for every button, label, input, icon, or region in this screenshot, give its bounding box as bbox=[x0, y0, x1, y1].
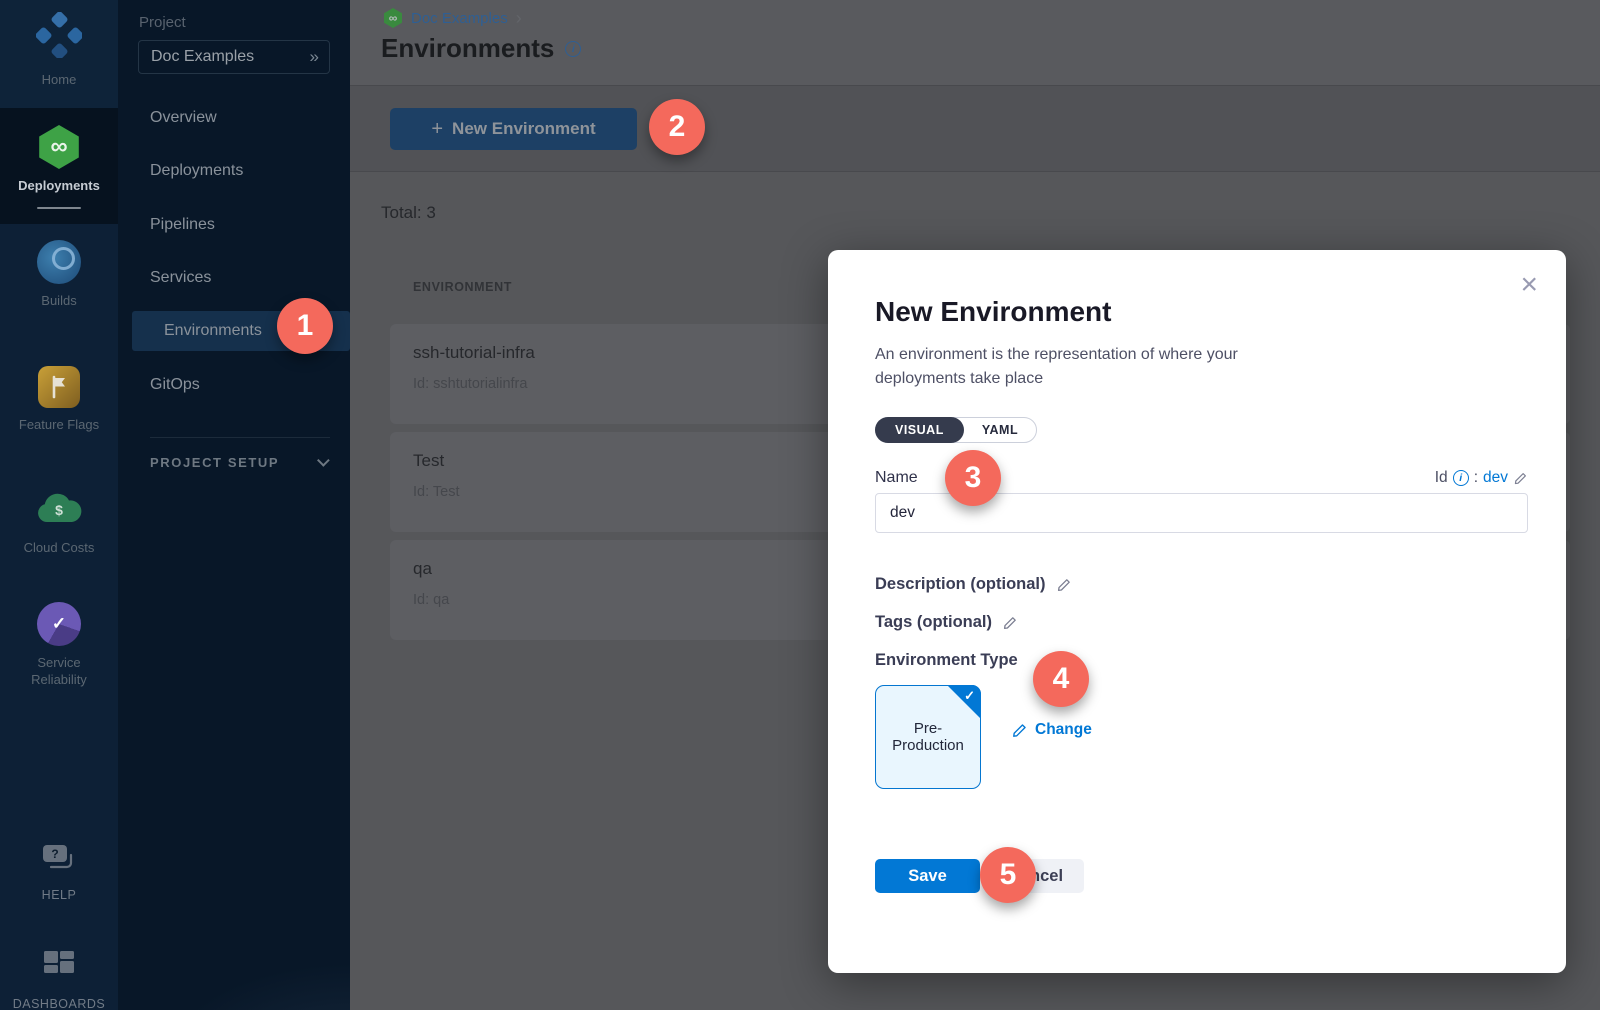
total-count: Total: 3 bbox=[381, 203, 436, 223]
annotation-step-1: 1 bbox=[277, 298, 333, 354]
change-environment-type-link[interactable]: Change bbox=[1011, 721, 1092, 739]
breadcrumb-project-link[interactable]: Doc Examples bbox=[411, 10, 508, 27]
new-environment-button-label: New Environment bbox=[452, 119, 596, 139]
project-label: Project bbox=[139, 14, 186, 31]
environment-name: Test bbox=[413, 451, 444, 471]
save-button[interactable]: Save bbox=[875, 859, 980, 893]
check-icon: ✓ bbox=[964, 688, 975, 704]
environment-type-label: Environment Type bbox=[875, 651, 1018, 670]
tags-label: Tags (optional) bbox=[875, 613, 992, 632]
sidebar-label-deployments: Deployments bbox=[18, 178, 100, 195]
module-nav: Home ∞ Deployments Builds Feature Flags bbox=[0, 0, 118, 1010]
breadcrumb: ∞ Doc Examples › bbox=[383, 8, 522, 28]
id-label: Id bbox=[1435, 469, 1448, 487]
selected-module-underline bbox=[37, 207, 81, 209]
environment-id: Id: qa bbox=[413, 592, 449, 608]
deployments-module-icon: ∞ bbox=[383, 8, 403, 28]
sidebar-label-service-reliability: Service Reliability bbox=[17, 655, 101, 689]
edit-pencil-icon bbox=[1011, 722, 1028, 739]
sidebar-item-gitops[interactable]: GitOps bbox=[118, 365, 350, 405]
sidebar-item-dashboards[interactable]: DASHBOARDS bbox=[0, 948, 118, 1010]
toolbar: + New Environment bbox=[350, 85, 1600, 172]
edit-id-pencil-icon[interactable] bbox=[1513, 471, 1528, 486]
dashboards-icon bbox=[41, 948, 77, 987]
sidebar-item-help[interactable]: ? HELP bbox=[0, 843, 118, 903]
sidebar-item-service-reliability[interactable]: ✓ Service Reliability bbox=[0, 602, 118, 689]
project-setup-label: PROJECT SETUP bbox=[150, 455, 279, 470]
edit-description-pencil-icon[interactable] bbox=[1056, 577, 1072, 593]
page-title: Environments bbox=[381, 33, 554, 64]
sidebar-label-cloud-costs: Cloud Costs bbox=[24, 540, 95, 557]
new-environment-button[interactable]: + New Environment bbox=[390, 108, 637, 150]
id-value: dev bbox=[1483, 469, 1508, 487]
cloud-costs-icon: $ bbox=[35, 492, 83, 531]
project-selector[interactable]: Doc Examples » bbox=[138, 40, 330, 74]
environment-type-card-pre-production[interactable]: Pre-Production ✓ bbox=[875, 685, 981, 789]
id-info-icon[interactable]: i bbox=[1453, 470, 1469, 486]
project-selector-value: Doc Examples bbox=[151, 48, 310, 66]
sidebar-item-services[interactable]: Services bbox=[118, 258, 350, 298]
environment-id: Id: Test bbox=[413, 484, 459, 500]
sidebar-item-feature-flags[interactable]: Feature Flags bbox=[0, 366, 118, 434]
sidebar-item-home[interactable]: Home bbox=[0, 0, 118, 108]
feature-flags-icon bbox=[38, 366, 80, 408]
info-icon[interactable]: i bbox=[565, 41, 581, 57]
sidebar-item-deployments[interactable]: ∞ Deployments bbox=[0, 108, 118, 224]
description-label: Description (optional) bbox=[875, 575, 1046, 594]
modal-subtitle: An environment is the representation of … bbox=[875, 343, 1295, 391]
sidebar-label-home: Home bbox=[42, 72, 77, 89]
visual-yaml-toggle: VISUAL YAML bbox=[875, 417, 1037, 443]
sidebar-item-cloud-costs[interactable]: $ Cloud Costs bbox=[0, 492, 118, 557]
annotation-step-4: 4 bbox=[1033, 651, 1089, 707]
id-chip: Id i : dev bbox=[1435, 469, 1528, 487]
plus-icon: + bbox=[431, 118, 443, 141]
breadcrumb-separator: › bbox=[516, 9, 522, 27]
new-environment-modal: × New Environment An environment is the … bbox=[828, 250, 1566, 973]
edit-tags-pencil-icon[interactable] bbox=[1002, 615, 1018, 631]
annotation-step-5: 5 bbox=[980, 847, 1036, 903]
sidebar-label-feature-flags: Feature Flags bbox=[19, 417, 99, 434]
help-icon: ? bbox=[41, 843, 77, 878]
nav-divider bbox=[150, 437, 330, 438]
svg-text:?: ? bbox=[51, 847, 58, 861]
environment-type-value: Pre-Production bbox=[884, 720, 972, 754]
harness-home-icon bbox=[36, 12, 82, 63]
project-nav: Project Doc Examples » Overview Deployme… bbox=[118, 0, 350, 1010]
modal-title: New Environment bbox=[875, 295, 1528, 329]
sidebar-label-builds: Builds bbox=[41, 293, 76, 310]
environment-name: ssh-tutorial-infra bbox=[413, 343, 535, 363]
sidebar-item-builds[interactable]: Builds bbox=[0, 240, 118, 310]
tab-visual[interactable]: VISUAL bbox=[875, 417, 964, 443]
tab-yaml[interactable]: YAML bbox=[964, 418, 1036, 442]
sidebar-item-pipelines[interactable]: Pipelines bbox=[118, 205, 350, 245]
sidebar-label-dashboards: DASHBOARDS bbox=[13, 996, 106, 1010]
close-icon[interactable]: × bbox=[1520, 270, 1538, 300]
service-reliability-icon: ✓ bbox=[37, 602, 81, 646]
sidebar-label-help: HELP bbox=[42, 887, 77, 903]
svg-text:$: $ bbox=[55, 502, 63, 518]
id-separator: : bbox=[1474, 469, 1478, 487]
environment-name: qa bbox=[413, 559, 432, 579]
harness-app: Home ∞ Deployments Builds Feature Flags bbox=[0, 0, 1600, 1010]
column-header-environment: ENVIRONMENT bbox=[413, 280, 512, 294]
double-chevron-icon: » bbox=[310, 47, 317, 67]
page-header: ∞ Doc Examples › Environments i bbox=[350, 0, 1600, 85]
name-label: Name bbox=[875, 469, 918, 487]
sidebar-item-overview[interactable]: Overview bbox=[118, 98, 350, 138]
annotation-step-2: 2 bbox=[649, 99, 705, 155]
builds-icon bbox=[37, 240, 81, 284]
annotation-step-3: 3 bbox=[945, 450, 1001, 506]
chevron-down-icon bbox=[317, 454, 330, 467]
project-setup-section[interactable]: PROJECT SETUP bbox=[150, 455, 330, 470]
environment-id: Id: sshtutorialinfra bbox=[413, 376, 527, 392]
deployments-icon: ∞ bbox=[37, 125, 81, 169]
sidebar-item-deployments-sub[interactable]: Deployments bbox=[118, 151, 350, 191]
change-link-label: Change bbox=[1035, 721, 1092, 739]
